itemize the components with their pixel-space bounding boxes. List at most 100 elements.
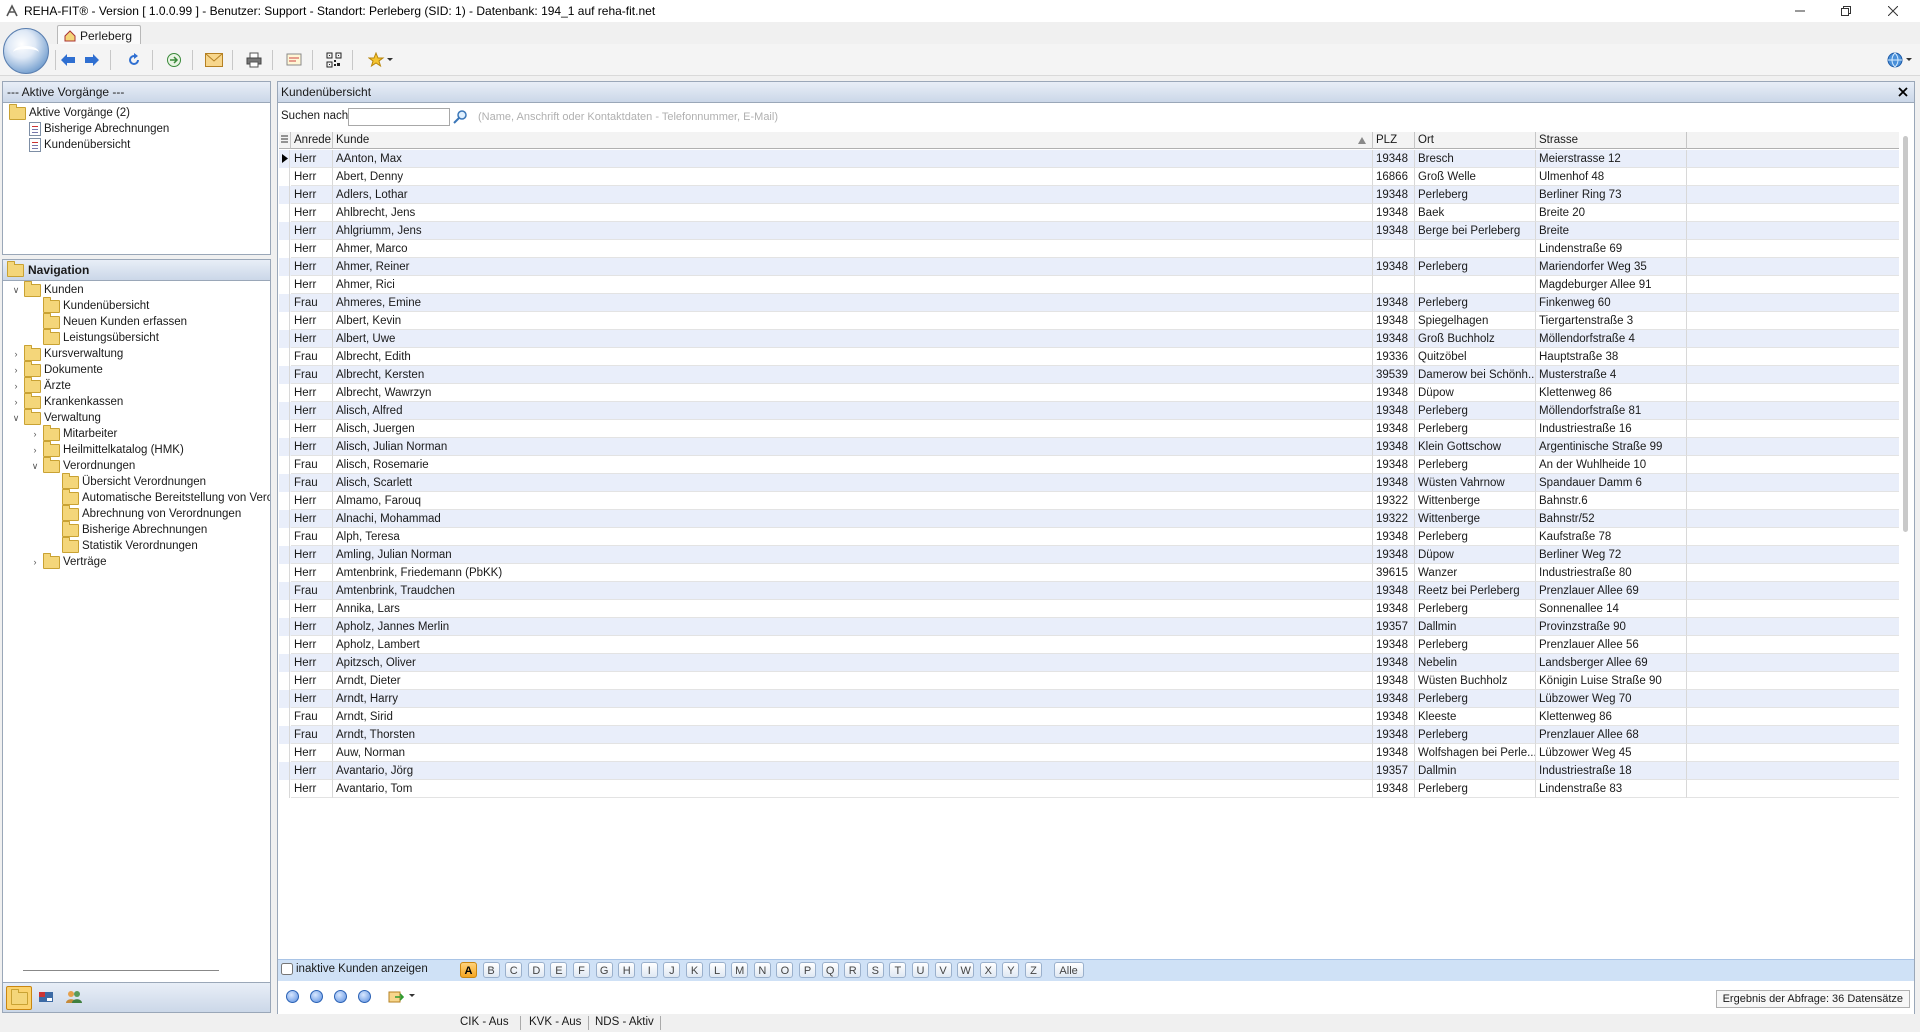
nav-item-uebersicht-verordnungen[interactable]: Übersicht Verordnungen	[49, 472, 206, 490]
nav-item-dokumente[interactable]: › Dokumente	[11, 360, 103, 378]
export-button[interactable]	[388, 988, 416, 1004]
letter-filter-z[interactable]: Z	[1025, 962, 1042, 978]
nav-users-button[interactable]	[66, 989, 82, 1008]
letter-filter-j[interactable]: J	[663, 962, 681, 978]
print-button[interactable]	[244, 50, 264, 70]
qr-code-button[interactable]	[324, 50, 344, 70]
search-button[interactable]	[452, 109, 468, 128]
table-row[interactable]: Frau Alph, Teresa 19348 Perleberg Kaufstraße…	[279, 528, 1899, 546]
nav-flag-button[interactable]	[38, 989, 54, 1008]
refresh-button[interactable]	[124, 50, 144, 70]
letter-filter-r[interactable]: R	[844, 962, 862, 978]
vertical-scrollbar[interactable]	[1900, 132, 1912, 832]
search-input[interactable]	[348, 108, 450, 126]
table-row[interactable]: Herr Avantario, Jörg 19357 Dallmin Industrie…	[279, 762, 1899, 780]
letter-filter-s[interactable]: S	[866, 962, 884, 978]
table-row[interactable]: Herr Adlers, Lothar 19348 Perleberg Berliner…	[279, 186, 1899, 204]
letter-filter-b[interactable]: B	[482, 962, 500, 978]
expand-icon[interactable]: ›	[11, 362, 21, 378]
help-button[interactable]	[1884, 50, 1916, 70]
letter-filter-v[interactable]: V	[934, 962, 952, 978]
table-row[interactable]: Herr Avantario, Tom 19348 Perleberg Lindenst…	[279, 780, 1899, 798]
table-row[interactable]: Frau Amtenbrink, Traudchen 19348 Reetz bei …	[279, 582, 1899, 600]
letter-filter-h[interactable]: H	[618, 962, 636, 978]
letter-filter-d[interactable]: D	[527, 962, 545, 978]
letter-filter-n[interactable]: N	[753, 962, 771, 978]
favorites-button[interactable]	[364, 50, 398, 70]
table-row[interactable]: Herr Alnachi, Mohammad 19322 Wittenberge Bah…	[279, 510, 1899, 528]
letter-filter-e[interactable]: E	[550, 962, 568, 978]
letter-filter-g[interactable]: G	[595, 962, 613, 978]
letter-filter-f[interactable]: F	[573, 962, 590, 978]
letter-filter-p[interactable]: P	[799, 962, 816, 978]
expand-icon[interactable]: ›	[11, 394, 21, 410]
letter-filter-a[interactable]: A	[460, 962, 477, 978]
letter-filter-y[interactable]: Y	[1002, 962, 1020, 978]
letter-filter-c[interactable]: C	[505, 962, 523, 978]
nav-item-bisherige-abrechnungen[interactable]: Bisherige Abrechnungen	[49, 520, 207, 538]
table-row[interactable]: Herr Amling, Julian Norman 19348 Düpow Berli…	[279, 546, 1899, 564]
table-row[interactable]: Herr Albrecht, Wawrzyn 19348 Düpow Klettenwe…	[279, 384, 1899, 402]
table-row[interactable]: Herr Alisch, Juergen 19348 Perleberg Industr…	[279, 420, 1899, 438]
table-row[interactable]: Frau Albrecht, Edith 19336 Quitzöbel Hauptst…	[279, 348, 1899, 366]
table-row[interactable]: Frau Alisch, Scarlett 19348 Wüsten Vahrnow S…	[279, 474, 1899, 492]
tree-item-previous-invoices[interactable]: Bisherige Abrechnungen	[29, 121, 169, 137]
letter-filter-q[interactable]: Q	[821, 962, 839, 978]
table-row[interactable]: Frau Ahmeres, Emine 19348 Perleberg Finkenwe…	[279, 294, 1899, 312]
table-row[interactable]: Herr Amtenbrink, Friedemann (PbKK) 39615 Wa…	[279, 564, 1899, 582]
letter-filter-i[interactable]: I	[640, 962, 658, 978]
nav-item-leistungsuebersicht[interactable]: Leistungsübersicht	[30, 328, 159, 346]
nav-item-aerzte[interactable]: › Ärzte	[11, 376, 71, 394]
nav-item-kundenuebersicht[interactable]: Kundenübersicht	[30, 296, 149, 314]
letter-filter-l[interactable]: L	[708, 962, 726, 978]
restore-button[interactable]	[1823, 0, 1869, 22]
first-record-button[interactable]	[286, 990, 299, 1003]
table-row[interactable]: Frau Arndt, Sirid 19348 Kleeste Klettenweg 8…	[279, 708, 1899, 726]
last-record-button[interactable]	[358, 990, 371, 1003]
expand-icon[interactable]: ›	[11, 346, 21, 362]
letter-filter-all[interactable]: Alle	[1053, 962, 1084, 978]
close-window-button[interactable]	[1870, 0, 1916, 22]
column-header-street[interactable]: Strasse	[1536, 132, 1687, 149]
previous-record-button[interactable]	[310, 990, 323, 1003]
letter-filter-m[interactable]: M	[731, 962, 749, 978]
nav-item-automatische-bereitstellung[interactable]: Automatische Bereitstellung von Verordnu…	[49, 488, 270, 506]
table-row[interactable]: Frau Arndt, Thorsten 19348 Perleberg Prenzla…	[279, 726, 1899, 744]
letter-filter-o[interactable]: O	[776, 962, 794, 978]
table-row[interactable]: Herr Apitzsch, Oliver 19348 Nebelin Landsber…	[279, 654, 1899, 672]
tree-item-active-processes[interactable]: Aktive Vorgänge (2)	[9, 103, 130, 121]
column-header-city[interactable]: Ort	[1415, 132, 1536, 149]
minimize-button[interactable]	[1777, 0, 1823, 22]
message-button[interactable]	[284, 50, 304, 70]
nav-item-kursverwaltung[interactable]: › Kursverwaltung	[11, 344, 123, 362]
expand-icon[interactable]: ›	[30, 554, 40, 570]
nav-item-vertraege[interactable]: › Verträge	[30, 552, 106, 570]
letter-filter-t[interactable]: T	[889, 962, 907, 978]
tree-item-customer-overview[interactable]: Kundenübersicht	[29, 137, 130, 153]
inactive-customers-checkbox[interactable]	[281, 963, 293, 975]
forward-button[interactable]	[82, 50, 102, 70]
table-row[interactable]: Herr Abert, Denny 16866 Groß Welle Ulmenhof …	[279, 168, 1899, 186]
column-header-zip[interactable]: PLZ	[1373, 132, 1415, 149]
login-button[interactable]	[164, 50, 184, 70]
nav-folders-button[interactable]	[6, 986, 32, 1010]
table-row[interactable]: Herr Arndt, Dieter 19348 Wüsten Buchholz Kön…	[279, 672, 1899, 690]
table-row[interactable]: Herr Arndt, Harry 19348 Perleberg Lübzower W…	[279, 690, 1899, 708]
table-row[interactable]: Herr Ahmer, Reiner 19348 Perleberg Mariendor…	[279, 258, 1899, 276]
table-row[interactable]: Herr AAnton, Max 19348 Bresch Meierstrasse 1…	[279, 150, 1899, 168]
table-row[interactable]: Herr Alisch, Julian Norman 19348 Klein Gott…	[279, 438, 1899, 456]
letter-filter-w[interactable]: W	[957, 962, 975, 978]
tab-perleberg[interactable]: Perleberg	[57, 25, 142, 45]
table-row[interactable]: Herr Apholz, Jannes Merlin 19357 Dallmin Pro…	[279, 618, 1899, 636]
nav-item-verwaltung[interactable]: ∨ Verwaltung	[11, 408, 101, 426]
expand-icon[interactable]: ›	[30, 442, 40, 458]
letter-filter-k[interactable]: K	[686, 962, 703, 978]
column-header-customer[interactable]: Kunde	[333, 132, 1373, 149]
nav-item-statistik-verordnungen[interactable]: Statistik Verordnungen	[49, 536, 198, 554]
nav-item-verordnungen[interactable]: ∨ Verordnungen	[30, 456, 135, 474]
letter-filter-x[interactable]: X	[979, 962, 997, 978]
table-row[interactable]: Herr Ahlbrecht, Jens 19348 Baek Breite 20	[279, 204, 1899, 222]
next-record-button[interactable]	[334, 990, 347, 1003]
table-row[interactable]: Herr Albert, Kevin 19348 Spiegelhagen Tierga…	[279, 312, 1899, 330]
nav-item-krankenkassen[interactable]: › Krankenkassen	[11, 392, 123, 410]
